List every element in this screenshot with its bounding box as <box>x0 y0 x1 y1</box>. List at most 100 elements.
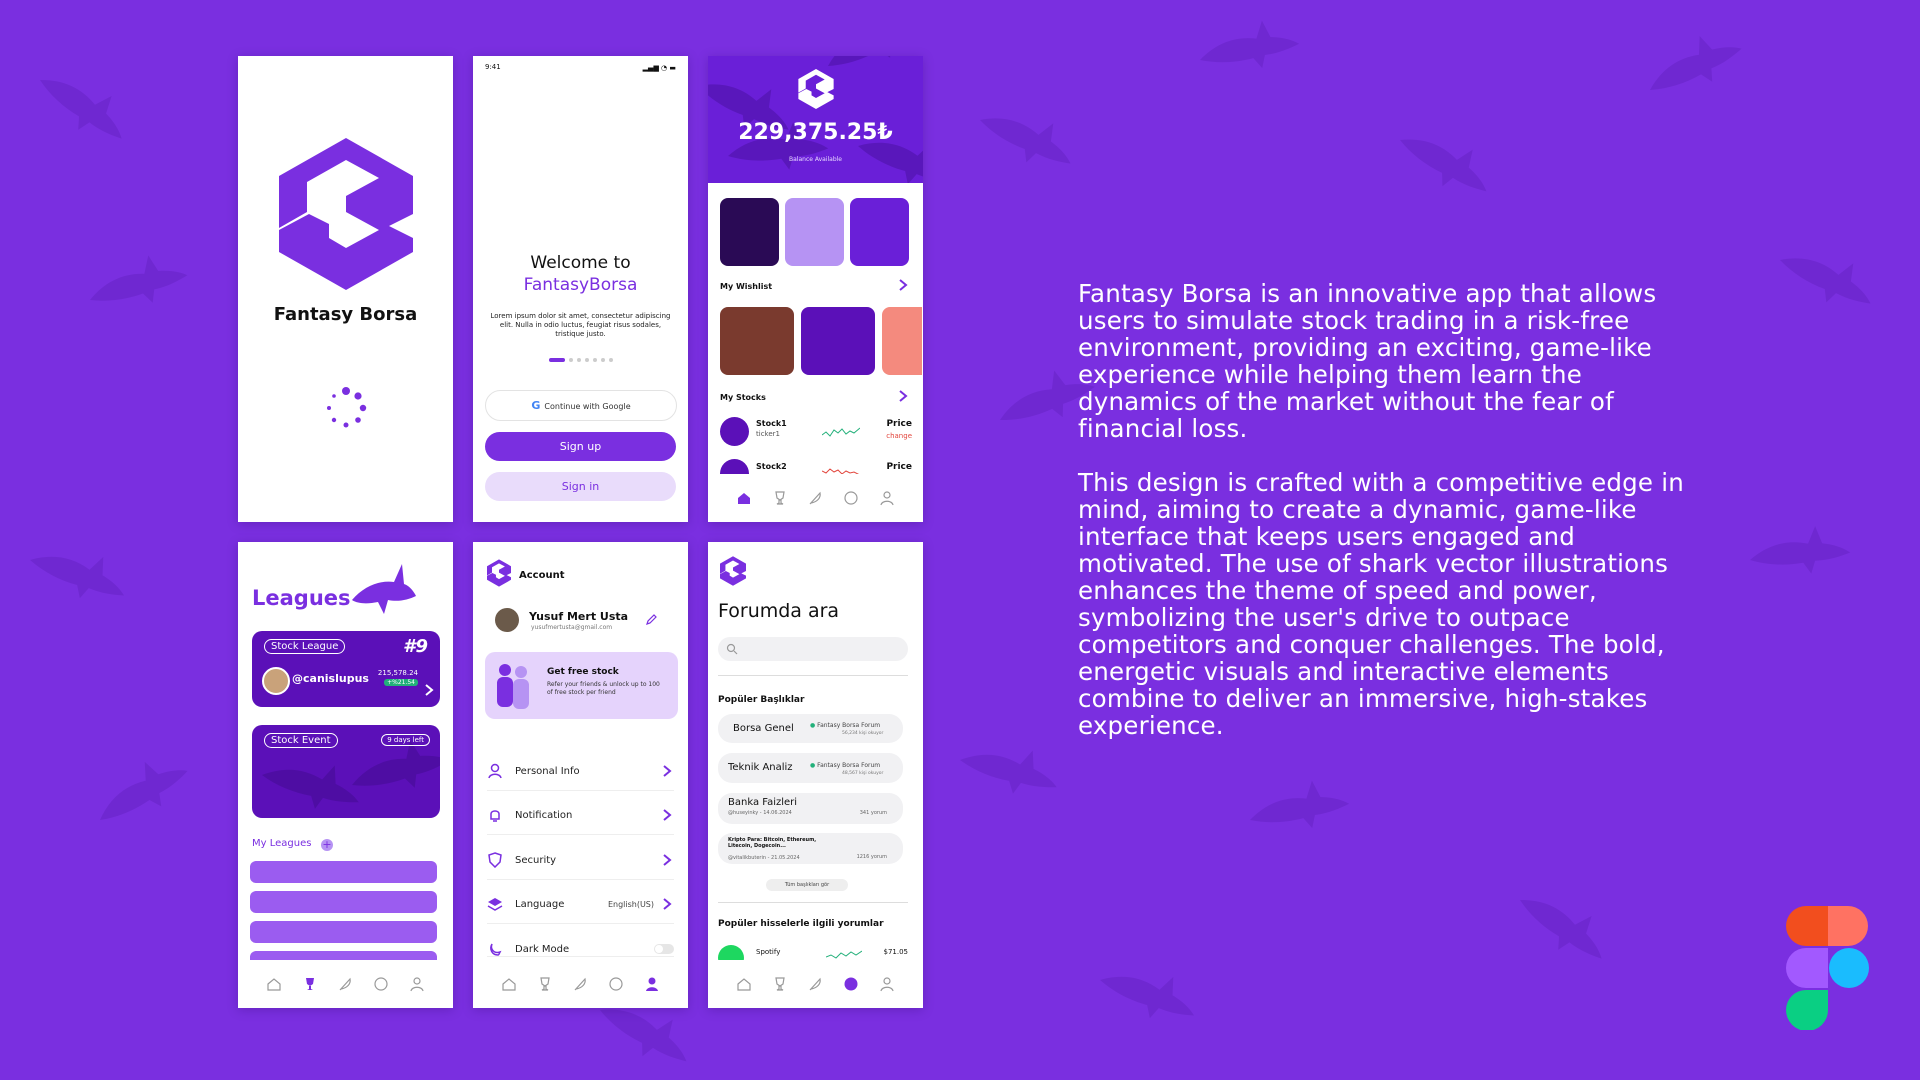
sign-up-label: Sign up <box>559 440 602 453</box>
league-delta: +%21.54 <box>384 679 418 686</box>
league-value: 215,578.24 <box>377 669 418 677</box>
menu-label: Security <box>515 854 557 866</box>
description-paragraph-1: Fantasy Borsa is an innovative app that … <box>1078 279 1657 443</box>
league-list-item[interactable] <box>250 921 437 943</box>
league-list-item[interactable] <box>250 861 437 883</box>
featured-card[interactable] <box>720 198 779 266</box>
welcome-title: Welcome to <box>530 253 631 273</box>
user-email: yusufmertusta@gmail.com <box>531 624 613 631</box>
google-icon: G <box>531 399 541 412</box>
bottom-nav <box>473 960 688 1008</box>
stock-row[interactable]: Stock1 ticker1 Price change <box>720 417 912 447</box>
chat-nav-icon[interactable] <box>371 974 391 994</box>
menu-label: Notification <box>515 809 573 821</box>
topic-name: Borsa Genel <box>733 723 794 734</box>
event-badge: 9 days left <box>381 734 430 746</box>
chevron-right-icon <box>663 809 672 821</box>
home-nav-icon[interactable] <box>734 488 754 508</box>
wishlist-chevron-icon[interactable] <box>896 278 910 292</box>
chat-nav-icon[interactable] <box>841 974 861 994</box>
event-tag: Stock Event <box>264 733 338 748</box>
trophy-nav-icon[interactable] <box>535 974 555 994</box>
stock-event-card[interactable]: Stock Event 9 days left <box>252 725 440 818</box>
promo-body: Refer your friends & unlock up to 100 of… <box>547 681 660 696</box>
shark-illustration-icon <box>352 564 416 614</box>
league-tag: Stock League <box>264 639 346 654</box>
menu-personal-info[interactable]: Personal Info <box>487 756 674 786</box>
layers-icon <box>487 898 503 911</box>
chat-nav-icon[interactable] <box>606 974 626 994</box>
menu-notification[interactable]: Notification <box>487 800 674 830</box>
shield-icon <box>488 852 502 868</box>
topic-card[interactable]: Borsa Genel ● Fantasy Borsa Forum 56,234… <box>718 714 903 743</box>
home-nav-icon[interactable] <box>499 974 519 994</box>
divider <box>487 834 674 835</box>
user-avatar <box>495 608 519 632</box>
edit-pencil-icon[interactable] <box>645 614 657 626</box>
forum-search-input[interactable] <box>718 637 908 661</box>
description-paragraph-2: This design is crafted with a competitiv… <box>1078 468 1684 740</box>
see-all-topics-button[interactable]: Tüm başlıkları gör <box>766 879 848 891</box>
league-list-item[interactable] <box>250 891 437 913</box>
chevron-right-icon <box>663 765 672 777</box>
feather-nav-icon[interactable] <box>805 974 825 994</box>
wishlist-card[interactable] <box>801 307 875 375</box>
wishlist-card[interactable] <box>720 307 794 375</box>
trophy-nav-icon[interactable] <box>300 974 320 994</box>
stocks-chevron-icon[interactable] <box>896 389 910 403</box>
feather-nav-icon[interactable] <box>570 974 590 994</box>
menu-security[interactable]: Security <box>487 845 674 875</box>
profile-nav-icon[interactable] <box>877 488 897 508</box>
stocks-title: My Stocks <box>720 393 766 402</box>
promo-title: Get free stock <box>547 667 619 677</box>
profile-nav-icon[interactable] <box>642 974 662 994</box>
stock-league-card[interactable]: Stock League #9 @canislupus 215,578.24 +… <box>252 631 440 707</box>
menu-label: Dark Mode <box>515 943 570 955</box>
forum-logo <box>720 556 746 586</box>
onboarding-dots <box>549 358 613 362</box>
menu-language[interactable]: Language English(US) <box>487 889 674 919</box>
chevron-right-icon <box>663 854 672 866</box>
comments-title: Popüler hisselerle ilgili yorumlar <box>718 919 884 929</box>
welcome-screen: 9:41 ▂▄▆ ◔ ▬ Welcome to FantasyBorsa Lor… <box>473 56 688 522</box>
get-free-stock-banner[interactable]: Get free stock Refer your friends & unlo… <box>485 652 678 719</box>
status-icons: ▂▄▆ ◔ ▬ <box>642 64 676 72</box>
sign-up-button[interactable]: Sign up <box>485 432 676 461</box>
league-chevron-icon[interactable] <box>422 683 436 697</box>
wishlist-card[interactable] <box>882 307 922 375</box>
continue-with-google-button[interactable]: G Continue with Google <box>485 390 677 421</box>
profile-nav-icon[interactable] <box>407 974 427 994</box>
stock-change: change <box>886 432 912 440</box>
fantasy-borsa-logo <box>279 138 413 290</box>
league-username: @canislupus <box>292 672 369 685</box>
featured-card[interactable] <box>785 198 844 266</box>
topic-meta: 48,567 kişi okuyor <box>842 771 884 776</box>
bottom-nav <box>708 474 923 522</box>
sign-in-button[interactable]: Sign in <box>485 472 676 501</box>
home-nav-icon[interactable] <box>264 974 284 994</box>
account-screen: Account Yusuf Mert Usta yusufmertusta@gm… <box>473 542 688 1008</box>
stock-price: Price <box>886 462 912 472</box>
profile-nav-icon[interactable] <box>877 974 897 994</box>
trophy-nav-icon[interactable] <box>770 974 790 994</box>
divider <box>718 902 908 903</box>
comment-stock-price: $71.05 <box>883 948 909 956</box>
account-logo <box>487 559 511 587</box>
dark-mode-toggle[interactable] <box>654 944 674 954</box>
account-title: Account <box>519 570 565 581</box>
feather-nav-icon[interactable] <box>335 974 355 994</box>
trophy-nav-icon[interactable] <box>770 488 790 508</box>
chat-nav-icon[interactable] <box>841 488 861 508</box>
topic-card[interactable]: Teknik Analiz ● Fantasy Borsa Forum 48,5… <box>718 753 903 783</box>
post-author: @vitalikbuterin - 21.05.2024 <box>728 855 800 861</box>
topic-forum: ● Fantasy Borsa Forum <box>810 722 881 729</box>
add-league-button[interactable]: + <box>321 839 333 851</box>
feather-nav-icon[interactable] <box>805 488 825 508</box>
home-nav-icon[interactable] <box>734 974 754 994</box>
post-card[interactable]: Kripto Para: Bitcoin, Ethereum, Litecoin… <box>718 833 903 864</box>
featured-card[interactable] <box>850 198 909 266</box>
comment-stock-name: Spotify <box>756 948 781 956</box>
post-card[interactable]: Banka Faizleri @huseyinky - 14.06.2024 3… <box>718 793 903 824</box>
balance-caption: Balance Available <box>789 156 842 163</box>
divider <box>487 790 674 791</box>
